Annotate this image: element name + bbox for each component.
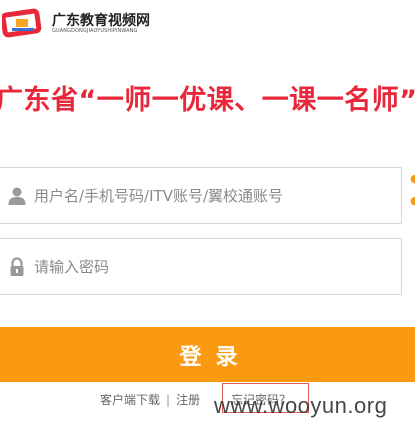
- user-icon: [8, 187, 26, 205]
- site-name: 广东教育视频网: [52, 13, 150, 29]
- footer-links: 客户端下载 | 注册: [100, 391, 200, 408]
- campaign-banner-title: 广东省“一师一优课、一课一名师”: [0, 85, 415, 116]
- username-field[interactable]: [0, 167, 402, 224]
- password-input[interactable]: [34, 251, 394, 283]
- side-note-mark: ●: [410, 172, 415, 185]
- site-logo[interactable]: 广东教育视频网 GUANGDONGJIAOYUSHIPINWANG: [0, 0, 170, 48]
- logo-icon: [2, 8, 42, 38]
- register-link[interactable]: 注册: [176, 391, 200, 408]
- side-note-mark: ●: [410, 194, 415, 207]
- password-field[interactable]: [0, 238, 402, 295]
- client-download-link[interactable]: 客户端下载: [100, 391, 160, 408]
- watermark-text: www.wooyun.org: [214, 393, 388, 418]
- login-button[interactable]: 登录: [0, 327, 415, 382]
- link-separator: |: [166, 393, 171, 407]
- lock-icon: [10, 257, 24, 276]
- site-name-pinyin: GUANGDONGJIAOYUSHIPINWANG: [52, 28, 138, 34]
- username-input[interactable]: [34, 180, 394, 212]
